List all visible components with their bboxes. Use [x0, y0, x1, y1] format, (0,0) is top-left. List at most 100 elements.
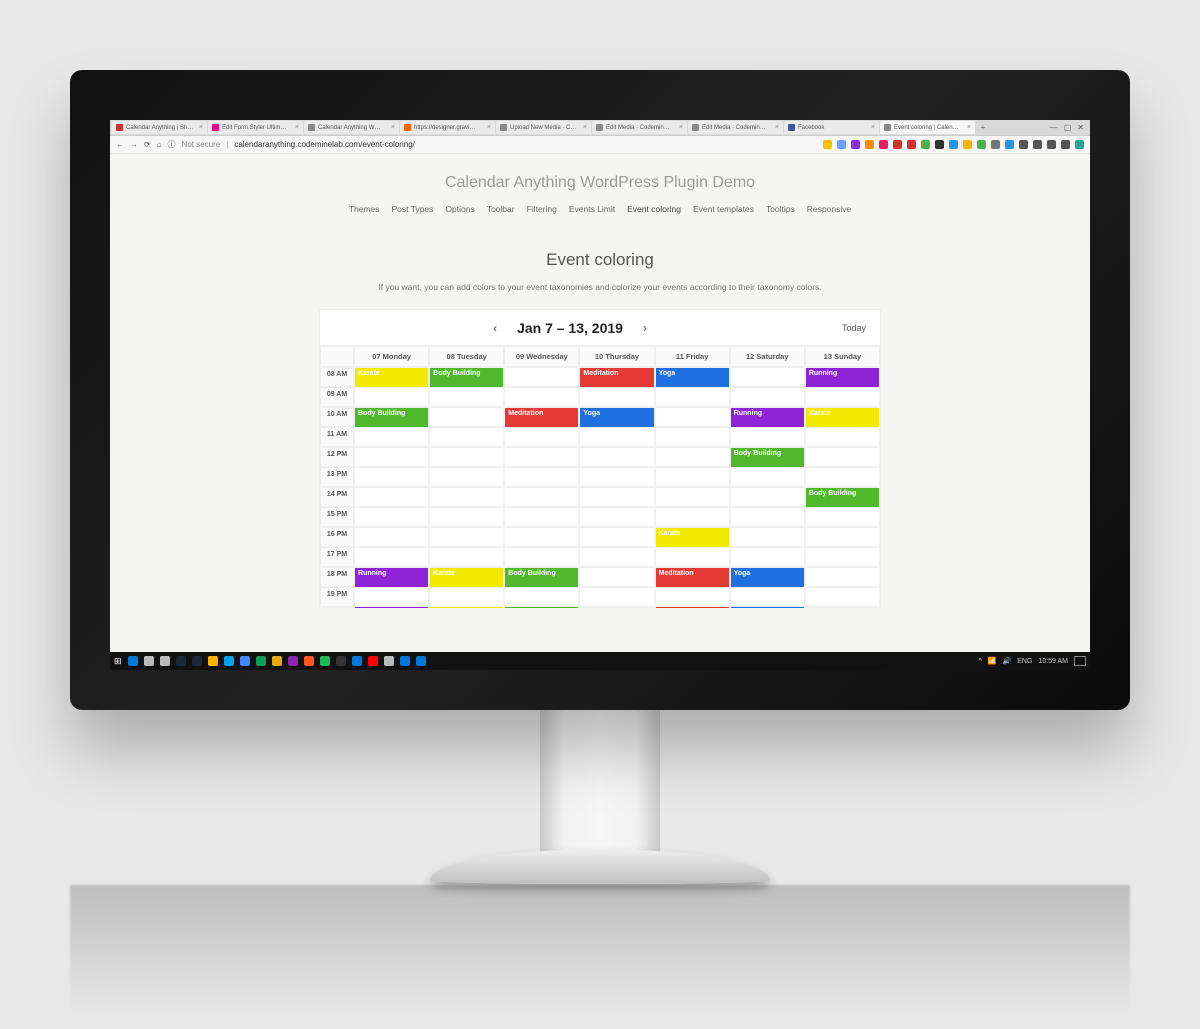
calendar-slot[interactable]: [579, 427, 654, 447]
taskbar-app-icon[interactable]: [352, 656, 362, 666]
menu-item[interactable]: Toolbar: [487, 204, 515, 214]
extension-icon[interactable]: [893, 140, 902, 149]
calendar-slot[interactable]: [805, 427, 880, 447]
menu-item[interactable]: Post Types: [392, 204, 434, 214]
calendar-slot[interactable]: Meditation: [655, 567, 730, 587]
extension-icon[interactable]: [963, 140, 972, 149]
calendar-slot[interactable]: Body Building: [354, 407, 429, 427]
calendar-today-button[interactable]: Today: [842, 310, 866, 345]
extension-icon[interactable]: [907, 140, 916, 149]
extension-icon[interactable]: [823, 140, 832, 149]
window-minimize-button[interactable]: —: [1050, 123, 1058, 132]
extension-icon[interactable]: [1061, 140, 1070, 149]
extension-icon[interactable]: [991, 140, 1000, 149]
calendar-slot[interactable]: [429, 507, 504, 527]
browser-tab[interactable]: Upload New Media · C…×: [496, 121, 591, 134]
calendar-slot[interactable]: [504, 587, 579, 607]
tab-close-button[interactable]: ×: [775, 124, 779, 131]
browser-tab[interactable]: Edit Media · Codemin…×: [592, 121, 687, 134]
browser-tab[interactable]: Edit Form Styler Ultim…×: [208, 121, 303, 134]
extension-icon[interactable]: [935, 140, 944, 149]
calendar-slot[interactable]: [579, 507, 654, 527]
taskbar-app-icon[interactable]: [272, 656, 282, 666]
calendar-slot[interactable]: [579, 587, 654, 607]
extension-icon[interactable]: [851, 140, 860, 149]
calendar-slot[interactable]: [429, 547, 504, 567]
calendar-slot[interactable]: [805, 527, 880, 547]
calendar-slot[interactable]: [429, 387, 504, 407]
calendar-slot[interactable]: Yoga: [579, 407, 654, 427]
menu-item[interactable]: Tooltips: [766, 204, 795, 214]
calendar-slot[interactable]: [504, 487, 579, 507]
taskbar-app-icon[interactable]: [160, 656, 170, 666]
tab-close-button[interactable]: ×: [295, 124, 299, 131]
taskbar-app-icon[interactable]: [144, 656, 154, 666]
calendar-slot[interactable]: Body Building: [805, 487, 880, 507]
calendar-slot[interactable]: [730, 587, 805, 607]
calendar-slot[interactable]: [429, 487, 504, 507]
menu-item[interactable]: Event templates: [693, 204, 754, 214]
taskbar-app-icon[interactable]: [416, 656, 426, 666]
taskbar-app-icon[interactable]: [320, 656, 330, 666]
tray-clock[interactable]: 10:59 AM: [1038, 658, 1068, 665]
menu-item[interactable]: Events Limit: [569, 204, 615, 214]
calendar-slot[interactable]: [429, 447, 504, 467]
calendar-slot[interactable]: [354, 427, 429, 447]
calendar-slot[interactable]: [504, 527, 579, 547]
calendar-slot[interactable]: [805, 447, 880, 467]
extension-icon[interactable]: [1019, 140, 1028, 149]
nav-home-button[interactable]: ⌂: [157, 140, 162, 149]
calendar-slot[interactable]: Body Building: [730, 447, 805, 467]
calendar-slot[interactable]: [579, 387, 654, 407]
calendar-slot[interactable]: Meditation: [579, 367, 654, 387]
calendar-slot[interactable]: Karate: [354, 367, 429, 387]
calendar-slot[interactable]: [655, 407, 730, 427]
calendar-slot[interactable]: [504, 467, 579, 487]
taskbar-app-icon[interactable]: [384, 656, 394, 666]
taskbar-app-icon[interactable]: [192, 656, 202, 666]
calendar-slot[interactable]: [805, 507, 880, 527]
calendar-slot[interactable]: [579, 487, 654, 507]
taskbar-app-icon[interactable]: [176, 656, 186, 666]
calendar-slot[interactable]: [655, 467, 730, 487]
calendar-slot[interactable]: [504, 507, 579, 527]
calendar-slot[interactable]: [730, 467, 805, 487]
taskbar-app-icon[interactable]: [288, 656, 298, 666]
tray-language[interactable]: ENG: [1017, 658, 1032, 665]
calendar-slot[interactable]: [730, 367, 805, 387]
extension-icon[interactable]: [1033, 140, 1042, 149]
calendar-slot[interactable]: [805, 567, 880, 587]
calendar-slot[interactable]: Karate: [429, 567, 504, 587]
window-maximize-button[interactable]: ▢: [1064, 123, 1072, 132]
taskbar-app-icon[interactable]: [240, 656, 250, 666]
start-button[interactable]: ⊞: [114, 656, 122, 667]
calendar-slot[interactable]: Running: [354, 567, 429, 587]
extension-icon[interactable]: [949, 140, 958, 149]
calendar-slot[interactable]: Yoga: [655, 367, 730, 387]
calendar-slot[interactable]: Karate: [655, 527, 730, 547]
calendar-slot[interactable]: [579, 567, 654, 587]
nav-info-icon[interactable]: ⓘ: [168, 139, 176, 150]
window-close-button[interactable]: ✕: [1077, 123, 1084, 132]
calendar-slot[interactable]: [579, 447, 654, 467]
menu-item[interactable]: Filtering: [527, 204, 557, 214]
calendar-slot[interactable]: [354, 587, 429, 607]
calendar-slot[interactable]: [579, 467, 654, 487]
calendar-slot[interactable]: Running: [805, 367, 880, 387]
tray-chevron-up-icon[interactable]: ^: [979, 658, 982, 665]
calendar-slot[interactable]: [504, 367, 579, 387]
tab-close-button[interactable]: ×: [583, 124, 587, 131]
browser-tab[interactable]: Edit Media · Codemin…×: [688, 121, 783, 134]
nav-reload-button[interactable]: ⟳: [144, 140, 151, 149]
calendar-slot[interactable]: [655, 447, 730, 467]
calendar-slot[interactable]: [579, 527, 654, 547]
taskbar-app-icon[interactable]: [128, 656, 138, 666]
nav-back-button[interactable]: ←: [116, 140, 124, 149]
calendar-slot[interactable]: [579, 547, 654, 567]
calendar-slot[interactable]: Karate: [805, 407, 880, 427]
calendar-slot[interactable]: [429, 407, 504, 427]
tab-close-button[interactable]: ×: [871, 124, 875, 131]
calendar-slot[interactable]: [655, 387, 730, 407]
calendar-slot[interactable]: [504, 427, 579, 447]
calendar-slot[interactable]: Body Building: [429, 367, 504, 387]
